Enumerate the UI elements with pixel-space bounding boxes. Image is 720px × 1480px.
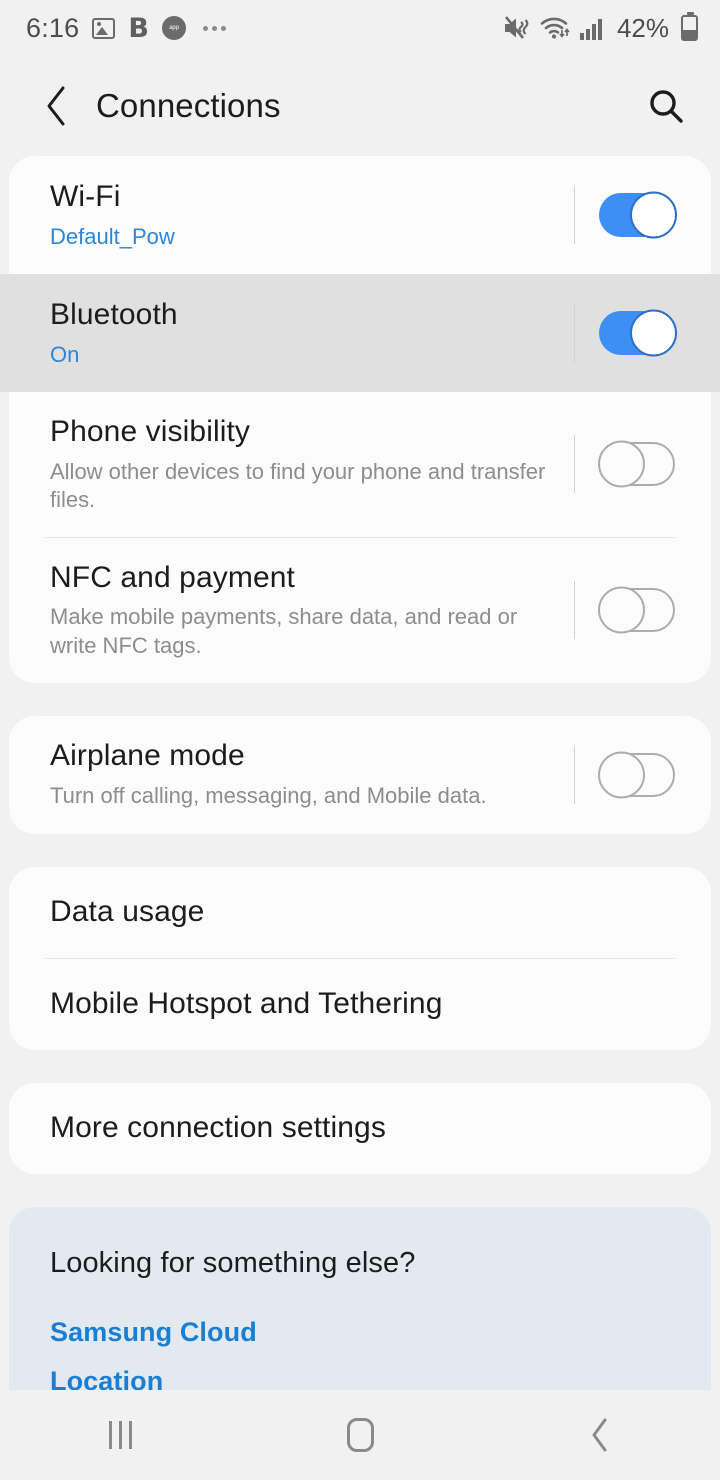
nav-back-button[interactable] [530, 1390, 670, 1480]
search-icon [650, 90, 683, 123]
setting-title: Airplane mode [50, 739, 245, 773]
toggle-divider [574, 435, 575, 494]
nav-recents-button[interactable] [50, 1390, 190, 1480]
nav-home-button[interactable] [290, 1390, 430, 1480]
app-bar: Connections [0, 56, 720, 156]
bold-b-icon: B [128, 12, 149, 44]
back-chevron-icon [592, 1418, 607, 1452]
suggestion-link-location[interactable]: Location [50, 1357, 670, 1390]
data-card: Data usage Mobile Hotspot and Tethering [9, 866, 711, 1050]
app-badge-icon: app [161, 16, 186, 40]
setting-row-data-usage[interactable]: Data usage [9, 867, 711, 958]
system-navigation-bar [0, 1390, 720, 1480]
wifi-toggle[interactable] [599, 191, 677, 239]
home-icon [346, 1418, 374, 1452]
setting-row-text: Data usage [50, 878, 711, 947]
setting-title: Phone visibility [50, 415, 251, 448]
setting-subtitle: Make mobile payments, share data, and re… [50, 604, 518, 658]
setting-row-nfc-and-payment[interactable]: NFC and payment Make mobile payments, sh… [9, 538, 711, 683]
toggle-divider [574, 745, 575, 804]
phone-visibility-toggle[interactable] [598, 440, 675, 488]
airplane-mode-toggle[interactable] [598, 751, 675, 799]
setting-title: Bluetooth [50, 297, 178, 331]
toggle-area [574, 538, 711, 683]
setting-row-text: Wi-Fi Default_Pow [50, 157, 574, 273]
setting-subtitle: Allow other devices to find your phone a… [50, 458, 546, 513]
setting-row-text: Mobile Hotspot and Tethering [50, 970, 711, 1039]
photo-icon [92, 17, 116, 39]
battery-percent-label: 42% [616, 12, 669, 43]
page-title: Connections [96, 87, 281, 124]
setting-row-more-connection-settings[interactable]: More connection settings [9, 1083, 711, 1174]
setting-row-text: Bluetooth On [50, 275, 574, 391]
setting-row-text: Phone visibility Allow other devices to … [50, 392, 574, 537]
setting-subtitle: On [50, 341, 80, 367]
setting-row-phone-visibility[interactable]: Phone visibility Allow other devices to … [9, 392, 711, 537]
toggle-divider [574, 581, 575, 640]
search-button[interactable] [638, 78, 694, 134]
status-bar-left: 6:16 B app [26, 13, 226, 44]
nfc-and-payment-toggle[interactable] [598, 586, 675, 634]
toggle-area [574, 392, 711, 537]
status-bar: 6:16 B app 42% [0, 0, 720, 56]
setting-row-text: More connection settings [50, 1094, 711, 1163]
chevron-left-icon [47, 86, 65, 126]
setting-title: More connection settings [50, 1110, 386, 1144]
status-bar-right: 42% [503, 12, 698, 44]
setting-row-wifi[interactable]: Wi-Fi Default_Pow [9, 156, 711, 274]
more-notifications-icon [202, 25, 226, 31]
suggestions-title: Looking for something else? [50, 1246, 416, 1279]
toggle-divider [574, 304, 575, 362]
setting-title: Wi-Fi [50, 179, 121, 213]
setting-subtitle: Turn off calling, messaging, and Mobile … [50, 783, 487, 809]
setting-row-text: Airplane mode Turn off calling, messagin… [50, 716, 574, 832]
connectivity-card: Wi-Fi Default_Pow Bluetooth On Phone vis… [0, 156, 720, 683]
status-clock: 6:16 [26, 12, 80, 43]
more-settings-card: More connection settings [9, 1082, 711, 1174]
suggestions-card: Looking for something else? Samsung Clou… [9, 1206, 711, 1390]
setting-row-bluetooth[interactable]: Bluetooth On [0, 274, 720, 392]
phone-screen: 6:16 B app 42% Connections Wi-Fi Default… [0, 0, 720, 1480]
signal-bars-icon [579, 16, 607, 40]
wifi-icon [540, 16, 570, 40]
suggestion-link-samsung-cloud[interactable]: Samsung Cloud [50, 1308, 670, 1357]
recents-icon [108, 1421, 132, 1449]
toggle-area [574, 274, 711, 392]
setting-title: NFC and payment [50, 560, 295, 594]
setting-row-text: NFC and payment Make mobile payments, sh… [50, 538, 574, 683]
battery-icon [678, 12, 698, 41]
setting-title: Data usage [50, 894, 205, 928]
settings-list: Wi-Fi Default_Pow Bluetooth On Phone vis… [0, 156, 720, 1390]
mute-vibrate-icon [503, 15, 531, 41]
toggle-area [574, 716, 711, 834]
bluetooth-toggle[interactable] [599, 309, 677, 357]
setting-row-airplane-mode[interactable]: Airplane mode Turn off calling, messagin… [9, 716, 711, 834]
toggle-area [574, 156, 711, 274]
setting-subtitle: Default_Pow [50, 223, 175, 249]
setting-row-mobile-hotspot-and-tethering[interactable]: Mobile Hotspot and Tethering [9, 959, 711, 1050]
airplane-mode-card: Airplane mode Turn off calling, messagin… [9, 715, 711, 834]
back-button[interactable] [30, 79, 84, 133]
setting-title: Mobile Hotspot and Tethering [50, 986, 443, 1020]
toggle-divider [574, 186, 575, 244]
